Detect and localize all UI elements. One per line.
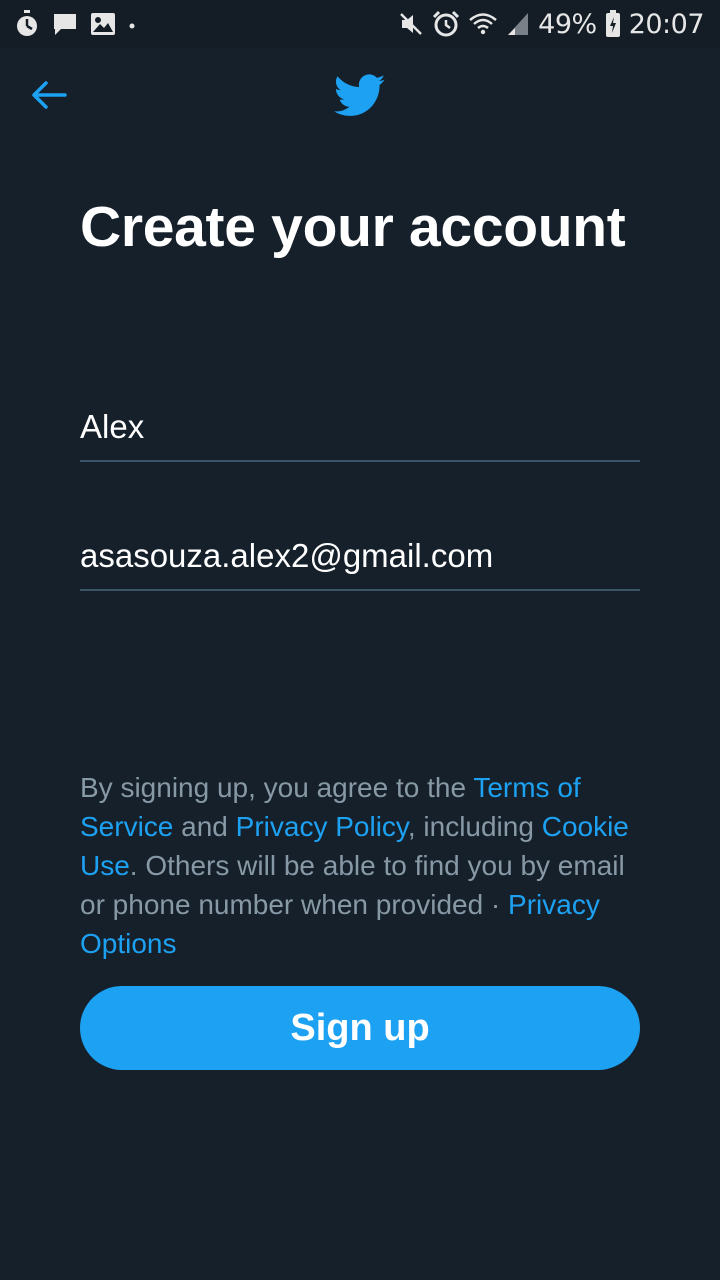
- twitter-bird-icon: [333, 74, 386, 118]
- timer-icon: [14, 10, 40, 38]
- name-input[interactable]: [80, 394, 640, 460]
- terms-text-part: and: [173, 811, 236, 842]
- privacy-policy-link[interactable]: Privacy Policy: [236, 811, 408, 842]
- email-field[interactable]: [80, 523, 640, 591]
- terms-text-part: , including: [407, 811, 542, 842]
- signal-icon: [506, 11, 530, 37]
- name-field[interactable]: [80, 394, 640, 462]
- email-input[interactable]: [80, 523, 640, 589]
- clock: 20:07: [628, 8, 705, 40]
- image-icon: [90, 12, 116, 36]
- terms-text: By signing up, you agree to the Terms of…: [80, 768, 650, 963]
- mute-icon: [398, 11, 424, 37]
- terms-text-part: By signing up, you agree to the: [80, 772, 474, 803]
- battery-percent: 49%: [538, 8, 597, 40]
- dot-icon: [128, 12, 136, 36]
- alarm-icon: [432, 10, 460, 38]
- back-button[interactable]: [26, 74, 72, 120]
- wifi-icon: [468, 11, 498, 37]
- battery-icon: [605, 10, 621, 38]
- status-bar: 49% 20:07: [0, 0, 720, 48]
- status-right: 49% 20:07: [398, 0, 705, 48]
- page-title: Create your account: [80, 195, 626, 259]
- message-icon: [52, 11, 78, 37]
- status-left-icons: [14, 10, 136, 38]
- sign-up-button[interactable]: Sign up: [80, 986, 640, 1070]
- arrow-left-icon: [29, 78, 69, 117]
